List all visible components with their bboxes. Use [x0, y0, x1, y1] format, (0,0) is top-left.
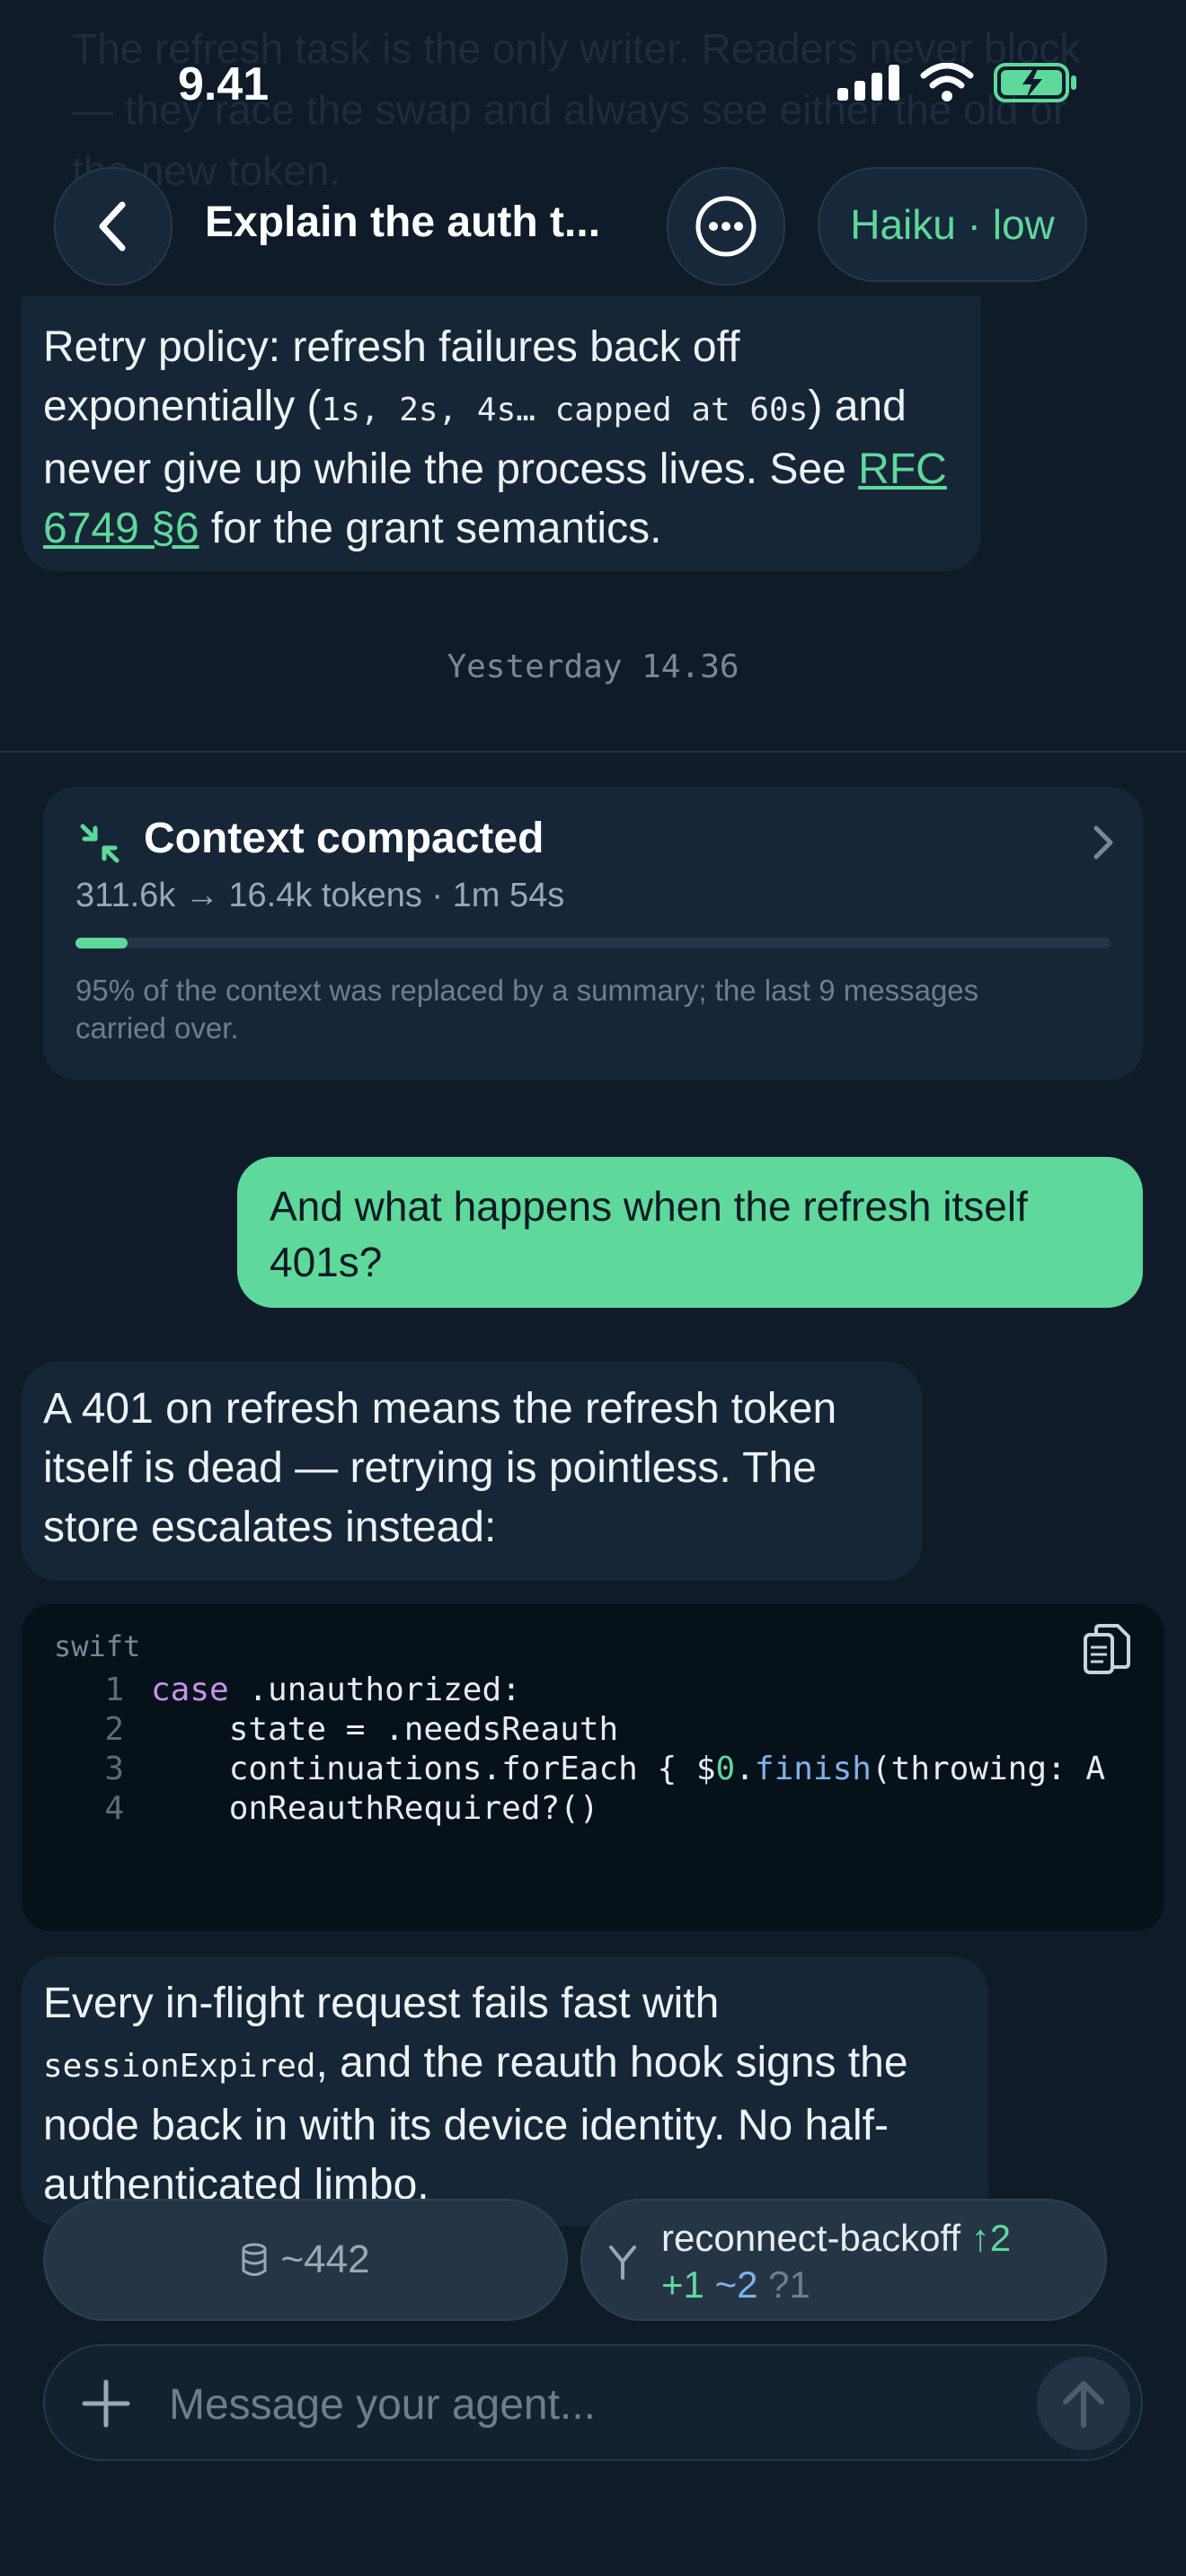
inline-code: sessionExpired — [43, 2048, 316, 2085]
code-language: swift — [54, 1629, 141, 1663]
code-token: onReauthRequired?() — [151, 1790, 599, 1827]
branch-name: reconnect-backoff — [661, 2217, 961, 2259]
code-line: 1 case .unauthorized: — [54, 1671, 1105, 1710]
status-icons — [837, 63, 1078, 102]
compress-arrows-icon — [80, 824, 119, 863]
chevron-left-icon — [99, 201, 126, 251]
code-line: 2 state = .needsReauth — [54, 1710, 1105, 1750]
compaction-progress-bar — [75, 938, 1111, 948]
back-button[interactable] — [54, 167, 173, 286]
git-branch-chip[interactable]: reconnect-backoff ↑2 +1 ~2 ?1 — [580, 2199, 1107, 2321]
assistant-message: Retry policy: refresh failures back off … — [22, 296, 981, 571]
message-input[interactable] — [167, 2364, 961, 2445]
code-token: 0 — [715, 1751, 736, 1787]
branch-status: reconnect-backoff ↑2 +1 ~2 ?1 — [661, 2215, 1011, 2308]
more-options-button[interactable] — [667, 167, 785, 286]
code-token: case — [151, 1672, 229, 1708]
progress-fill — [75, 938, 128, 948]
line-number: 4 — [104, 1790, 124, 1827]
code-token: continuations.forEach { $ — [151, 1751, 716, 1787]
files-untracked: ?1 — [768, 2263, 810, 2306]
code-token: (throwing: A — [871, 1751, 1106, 1787]
git-branch-icon — [609, 2245, 636, 2280]
card-title: Context compacted — [144, 815, 544, 862]
card-subtitle: 311.6k → 16.4k tokens · 1m 54s — [75, 877, 565, 914]
files-modified: ~2 — [714, 2263, 758, 2306]
send-button[interactable] — [1037, 2357, 1130, 2450]
user-message: And what happens when the refresh itself… — [237, 1157, 1143, 1308]
assistant-message: A 401 on refresh means the refresh token… — [22, 1362, 922, 1581]
wifi-icon — [920, 63, 974, 101]
code-token: .unauthorized: — [228, 1672, 521, 1708]
message-text: Every in-flight request fails fast with — [43, 1980, 720, 2027]
arrow-up-icon — [1063, 2381, 1104, 2428]
assistant-message: Every in-flight request fails fast with … — [22, 1956, 988, 2226]
ellipsis-circle-icon — [695, 196, 757, 257]
token-count-chip[interactable]: ~442 — [43, 2199, 568, 2321]
commits-ahead: ↑2 — [970, 2217, 1012, 2259]
card-note: 95% of the context was replaced by a sum… — [75, 974, 979, 1045]
model-selector-button[interactable]: Haiku · low — [818, 167, 1087, 282]
code-token: state = .needsReauth — [151, 1711, 619, 1748]
inline-code: 1s, 2s, 4s… capped at 60s — [321, 392, 809, 428]
line-number: 3 — [104, 1751, 124, 1787]
header-bar: Explain the auth t... Haiku · low — [54, 167, 1132, 286]
line-number: 1 — [104, 1672, 124, 1708]
code-token: . — [735, 1751, 755, 1787]
code-line: 4 onReauthRequired?() — [54, 1789, 1105, 1829]
message-text: for the grant semantics. — [199, 505, 662, 552]
cellular-signal-icon — [837, 65, 899, 101]
code-line: 3 continuations.forEach { $0.finish(thro… — [54, 1750, 1105, 1789]
token-count: ~442 — [280, 2237, 370, 2281]
context-compacted-card[interactable]: Context compacted 311.6k → 16.4k tokens … — [43, 787, 1143, 1080]
message-composer — [43, 2344, 1143, 2461]
plus-icon[interactable] — [81, 2378, 131, 2429]
files-added: +1 — [661, 2263, 704, 2306]
status-time: 9.41 — [178, 58, 270, 110]
battery-charging-icon — [994, 63, 1076, 102]
code-lines: 1 case .unauthorized: 2 state = .needsReau… — [54, 1671, 1105, 1829]
divider — [0, 751, 1186, 753]
chevron-right-icon — [1093, 825, 1113, 860]
code-token: finish — [754, 1751, 872, 1787]
line-number: 2 — [104, 1711, 124, 1748]
code-block: swift 1 case .unauthorized: 2 state = .nee… — [22, 1604, 1164, 1931]
timestamp: Yesterday 14.36 — [447, 648, 739, 685]
database-icon — [242, 2243, 267, 2276]
page-title[interactable]: Explain the auth t... — [205, 198, 600, 247]
